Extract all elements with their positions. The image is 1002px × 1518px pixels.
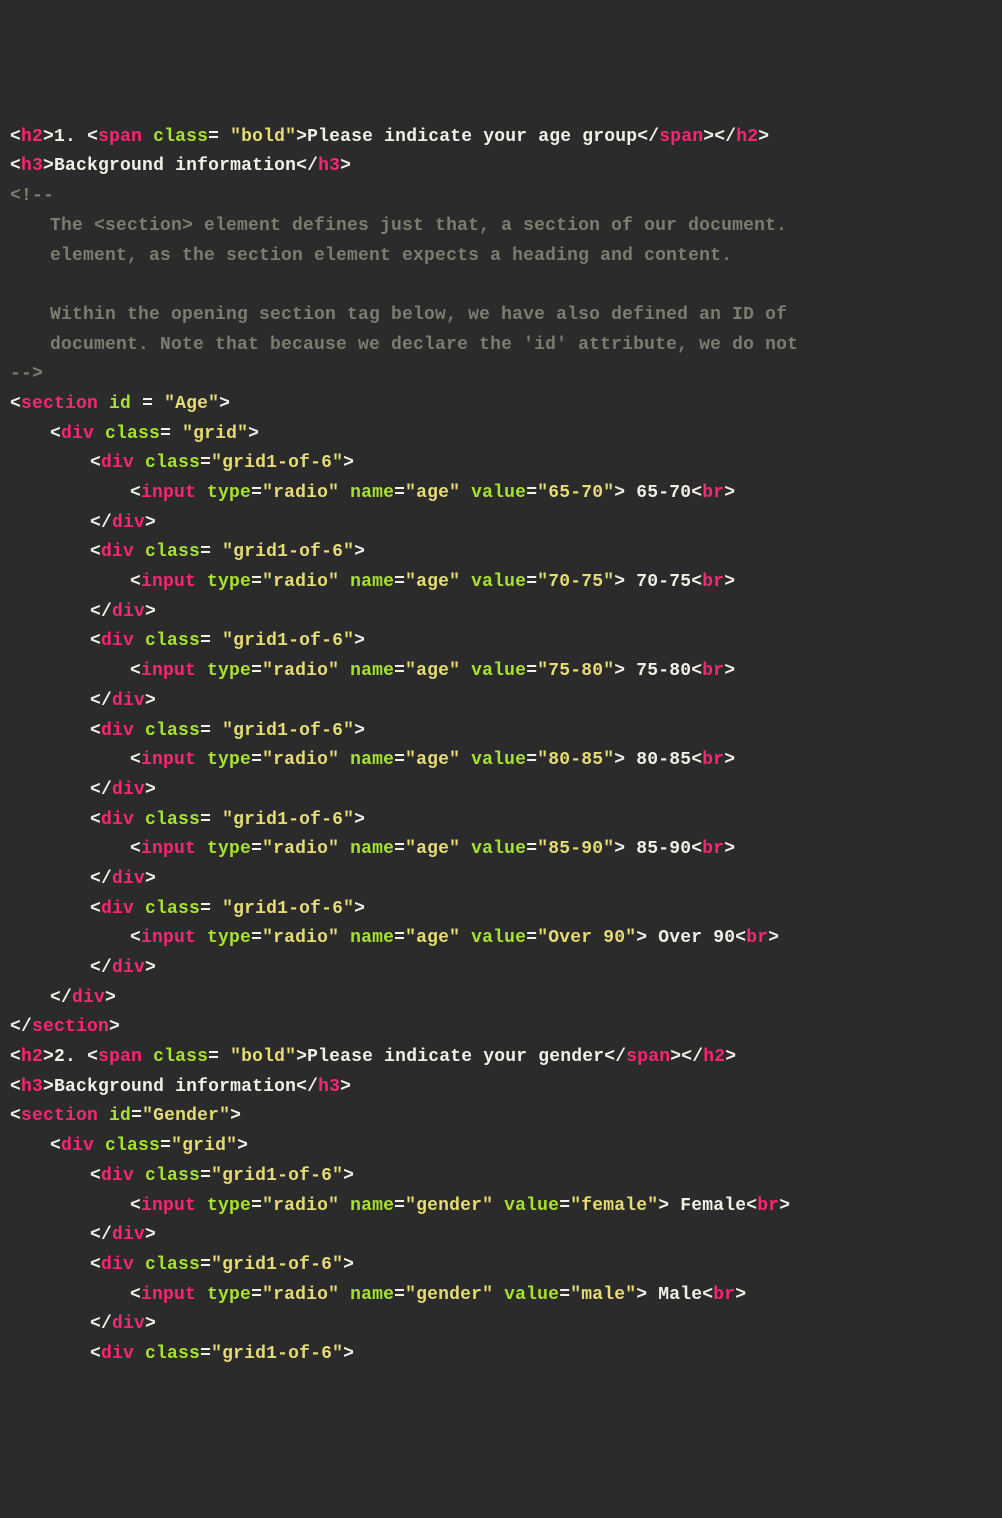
section-gender-open[interactable]: <section id="Gender"> xyxy=(10,1102,1002,1132)
input-gender-line[interactable]: <input type="radio" name="gender" value=… xyxy=(10,1281,1002,1311)
div-grid1of6-close[interactable]: </div> xyxy=(10,776,1002,806)
div-grid1of6-open[interactable]: <div class="grid1-of-6"> xyxy=(10,1162,1002,1192)
comment-line[interactable]: element, as the section element expects … xyxy=(10,242,1002,272)
div-grid1of6-open[interactable]: <div class= "grid1-of-6"> xyxy=(10,806,1002,836)
section-age-open[interactable]: <section id = "Age"> xyxy=(10,390,1002,420)
div-grid1of6-close[interactable]: </div> xyxy=(10,954,1002,984)
div-grid-open[interactable]: <div class= "grid"> xyxy=(10,420,1002,450)
div-grid1of6-close[interactable]: </div> xyxy=(10,865,1002,895)
comment-line[interactable]: Within the opening section tag below, we… xyxy=(10,301,1002,331)
div-grid1of6-close[interactable]: </div> xyxy=(10,1310,1002,1340)
div-grid1of6-close[interactable]: </div> xyxy=(10,687,1002,717)
div-grid-open-2[interactable]: <div class="grid"> xyxy=(10,1132,1002,1162)
comment-line[interactable]: document. Note that because we declare t… xyxy=(10,331,1002,361)
h2-line-1[interactable]: <h2>1. <span class= "bold">Please indica… xyxy=(10,123,1002,153)
div-grid-close[interactable]: </div> xyxy=(10,984,1002,1014)
comment-open[interactable]: <!-- xyxy=(10,182,1002,212)
input-age-line[interactable]: <input type="radio" name="age" value="75… xyxy=(10,657,1002,687)
div-grid1of6-open[interactable]: <div class="grid1-of-6"> xyxy=(10,449,1002,479)
h3-line-2[interactable]: <h3>Background information</h3> xyxy=(10,1073,1002,1103)
div-grid1of6-close[interactable]: </div> xyxy=(10,509,1002,539)
comment-close[interactable]: --> xyxy=(10,360,1002,390)
input-age-line[interactable]: <input type="radio" name="age" value="85… xyxy=(10,835,1002,865)
input-age-line[interactable]: <input type="radio" name="age" value="65… xyxy=(10,479,1002,509)
div-grid1of6-open[interactable]: <div class= "grid1-of-6"> xyxy=(10,717,1002,747)
h3-line-1[interactable]: <h3>Background information</h3> xyxy=(10,152,1002,182)
input-age-line[interactable]: <input type="radio" name="age" value="80… xyxy=(10,746,1002,776)
h2-line-2[interactable]: <h2>2. <span class= "bold">Please indica… xyxy=(10,1043,1002,1073)
div-grid1of6-close[interactable]: </div> xyxy=(10,598,1002,628)
input-age-line[interactable]: <input type="radio" name="age" value="Ov… xyxy=(10,924,1002,954)
div-grid1of6-open[interactable]: <div class= "grid1-of-6"> xyxy=(10,538,1002,568)
div-grid1of6-open[interactable]: <div class= "grid1-of-6"> xyxy=(10,627,1002,657)
comment-empty[interactable] xyxy=(10,271,1002,301)
div-grid1of6-open[interactable]: <div class="grid1-of-6"> xyxy=(10,1340,1002,1370)
code-editor[interactable]: <h2>1. <span class= "bold">Please indica… xyxy=(10,123,1002,1370)
section-age-close[interactable]: </section> xyxy=(10,1013,1002,1043)
input-gender-line[interactable]: <input type="radio" name="gender" value=… xyxy=(10,1192,1002,1222)
div-grid1of6-close[interactable]: </div> xyxy=(10,1221,1002,1251)
div-grid1of6-open[interactable]: <div class= "grid1-of-6"> xyxy=(10,895,1002,925)
input-age-line[interactable]: <input type="radio" name="age" value="70… xyxy=(10,568,1002,598)
comment-line[interactable]: The <section> element defines just that,… xyxy=(10,212,1002,242)
